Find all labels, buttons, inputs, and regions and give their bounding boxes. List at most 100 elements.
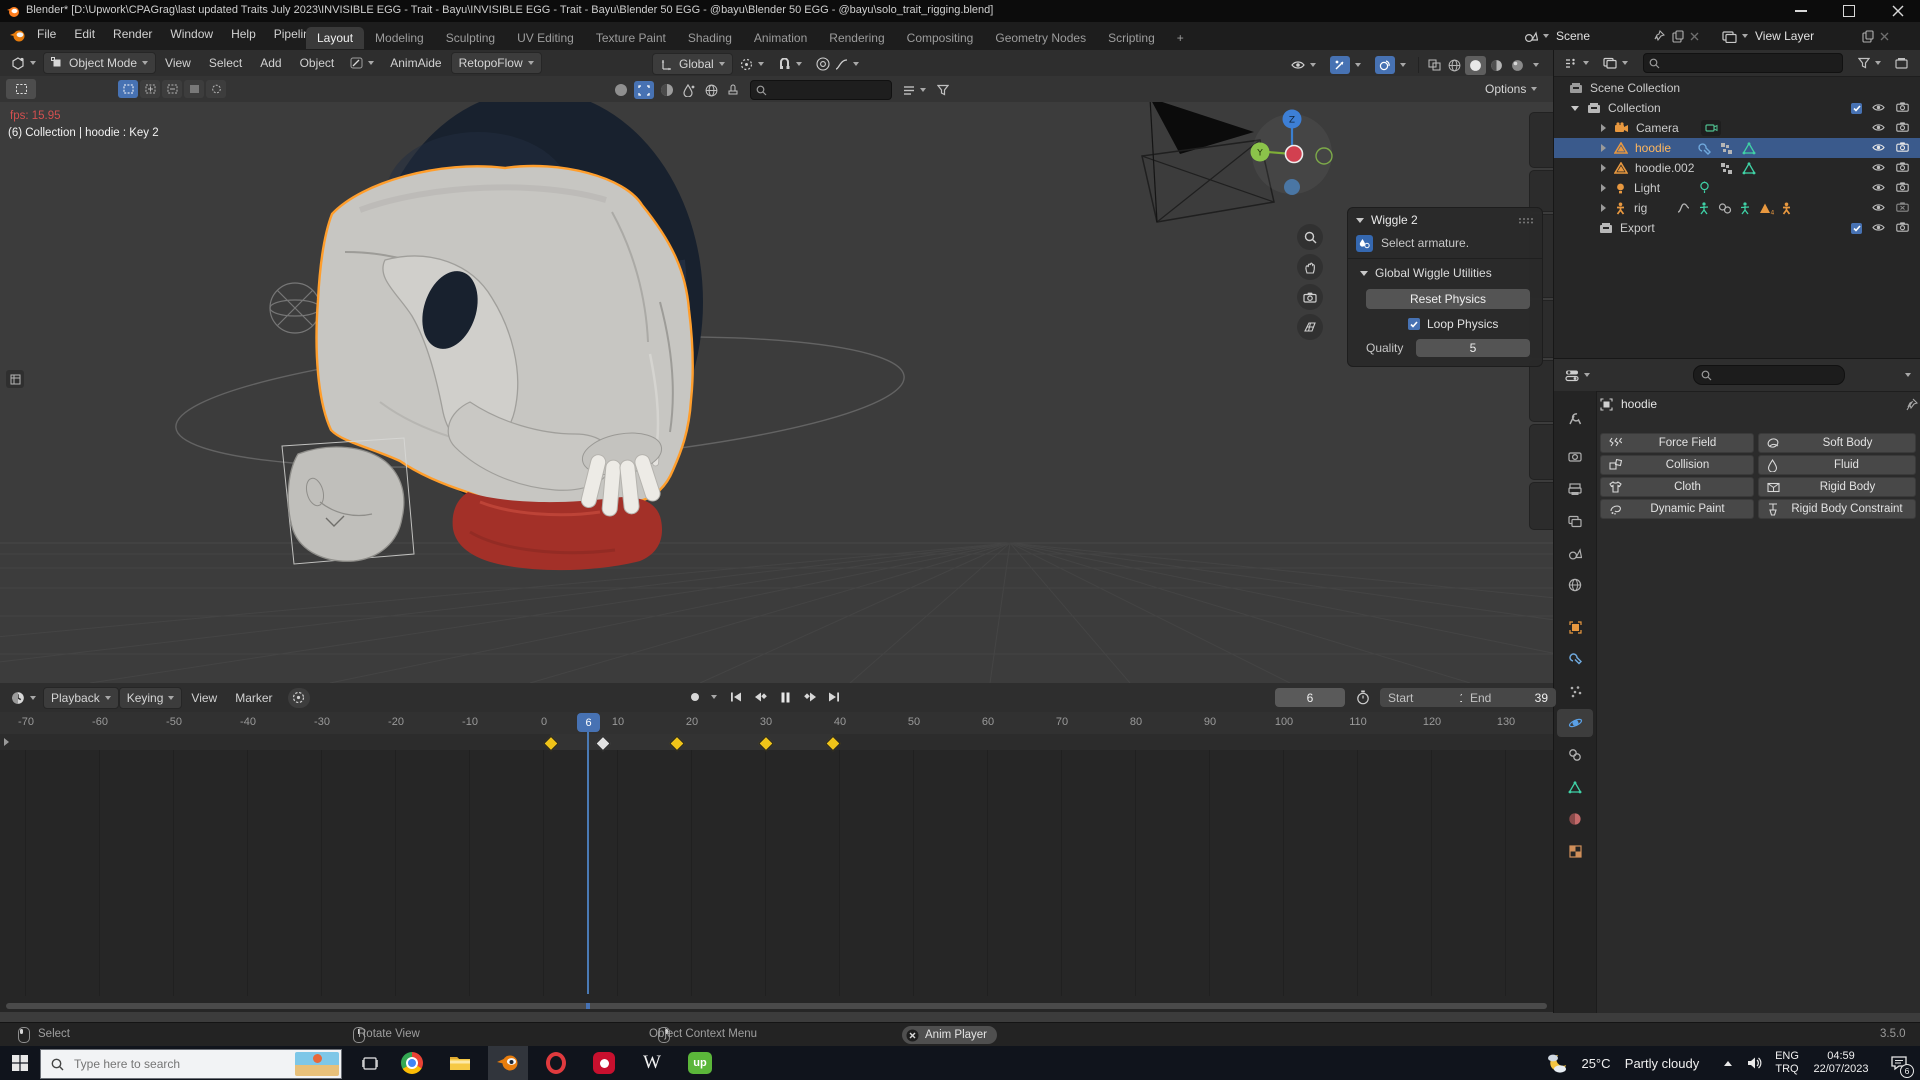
hide-eye-icon[interactable]	[1872, 221, 1885, 235]
start-button[interactable]	[0, 1046, 40, 1080]
outliner-search-box[interactable]	[1643, 53, 1843, 73]
pan-hand-button[interactable]	[1297, 254, 1323, 280]
filter-funnel-icon[interactable]	[937, 84, 949, 96]
record-button[interactable]	[686, 687, 704, 707]
auto-keying-toggle[interactable]	[288, 688, 310, 708]
menu-window[interactable]: Window	[161, 27, 222, 41]
scene-tab[interactable]	[1557, 539, 1593, 567]
toolbar-toggle-icon[interactable]	[6, 370, 24, 388]
shading-dropdown-caret[interactable]	[1533, 63, 1539, 67]
jump-to-end-button[interactable]	[823, 687, 845, 707]
shading-material-button[interactable]	[1486, 56, 1507, 75]
task-view-button[interactable]	[352, 1046, 388, 1080]
retopoflow-menu[interactable]: RetopoFlow	[451, 52, 542, 74]
vertex-group-badge-icon[interactable]	[1720, 162, 1733, 175]
snap-toggle[interactable]	[771, 55, 809, 74]
tab-shading[interactable]: Shading	[677, 27, 743, 49]
render-camera-icon[interactable]	[1896, 161, 1909, 175]
sidebar-tab[interactable]	[1529, 360, 1553, 422]
notification-center-icon[interactable]: 6	[1882, 1046, 1916, 1080]
outliner-display-mode-button[interactable]	[1596, 54, 1635, 72]
orientation-selector[interactable]: Global	[652, 53, 733, 75]
volume-icon[interactable]	[1740, 1046, 1768, 1080]
light-data-badge-icon[interactable]	[1698, 181, 1711, 195]
playhead-line[interactable]	[587, 732, 589, 994]
hide-eye-icon[interactable]	[1872, 181, 1885, 195]
hide-eye-icon[interactable]	[1872, 101, 1885, 115]
outliner-row-light[interactable]: Light	[1554, 178, 1920, 198]
next-keyframe-button[interactable]	[799, 687, 821, 707]
timeline-view-menu[interactable]: View	[182, 691, 226, 705]
view-layer-selector[interactable]: View Layer	[1722, 26, 1889, 46]
pose-badge-icon[interactable]	[1698, 202, 1710, 215]
tab-rendering[interactable]: Rendering	[818, 27, 895, 49]
wiggle-section-header[interactable]: Global Wiggle Utilities	[1348, 263, 1542, 283]
scene-name[interactable]: Scene	[1556, 29, 1590, 43]
search-input[interactable]	[72, 1056, 276, 1072]
collision-button[interactable]: Collision	[1600, 455, 1754, 475]
timeline-scrollbar[interactable]	[6, 1003, 1547, 1009]
render-camera-icon[interactable]	[1896, 101, 1909, 115]
viewport-menu-select[interactable]: Select	[200, 56, 251, 70]
menu-help[interactable]: Help	[222, 27, 265, 41]
outliner-row-hoodie[interactable]: hoodie	[1554, 138, 1920, 158]
orthographic-toggle-button[interactable]	[1297, 314, 1323, 340]
animaide-menu[interactable]: AnimAide	[381, 56, 450, 70]
gradient-sphere-icon[interactable]	[612, 81, 630, 99]
editor-type-button[interactable]	[4, 54, 43, 73]
overlays-toggle[interactable]	[1375, 56, 1395, 74]
maximize-button[interactable]	[1843, 5, 1855, 17]
menu-file[interactable]: File	[28, 27, 65, 41]
zoom-button[interactable]	[1297, 224, 1323, 250]
soft-body-button[interactable]: Soft Body	[1758, 433, 1916, 453]
upwork-icon[interactable]: up	[680, 1046, 720, 1080]
texture-tab[interactable]	[1557, 837, 1593, 865]
constraints-tab[interactable]	[1557, 741, 1593, 769]
breadcrumb-object-name[interactable]: hoodie	[1621, 397, 1657, 411]
hide-eye-icon[interactable]	[1872, 161, 1885, 175]
use-preview-range-icon[interactable]	[1356, 690, 1370, 705]
render-tab[interactable]	[1557, 443, 1593, 471]
sidebar-tab[interactable]	[1529, 482, 1553, 530]
proportional-edit-toggle[interactable]	[809, 54, 866, 74]
sidebar-tab[interactable]	[1529, 170, 1553, 212]
outliner-row-hoodie-002[interactable]: hoodie.002	[1554, 158, 1920, 178]
jump-to-start-button[interactable]	[725, 687, 747, 707]
current-frame-field[interactable]: 6	[1275, 688, 1345, 707]
record-options-caret[interactable]	[711, 695, 717, 699]
playback-menu[interactable]: Playback	[43, 687, 119, 709]
loop-physics-row[interactable]: Loop Physics	[1408, 317, 1530, 331]
gizmo-toggle[interactable]	[1330, 56, 1350, 74]
viewport-menu-object[interactable]: Object	[291, 56, 344, 70]
tab-texture-paint[interactable]: Texture Paint	[585, 27, 677, 49]
mesh-data-badge-icon[interactable]	[1742, 162, 1756, 175]
sidebar-tab[interactable]	[1529, 424, 1553, 480]
tab-scripting[interactable]: Scripting	[1097, 27, 1166, 49]
w-app-icon[interactable]: W	[632, 1046, 672, 1080]
reset-physics-button[interactable]: Reset Physics	[1366, 289, 1530, 309]
object-visibility-dropdown[interactable]	[1284, 57, 1323, 73]
collection-checkbox[interactable]	[1851, 223, 1862, 234]
tab-modeling[interactable]: Modeling	[364, 27, 435, 49]
properties-options-caret[interactable]	[1905, 373, 1911, 377]
remove-view-layer-icon[interactable]	[1880, 32, 1889, 41]
outliner-row-camera[interactable]: Camera	[1554, 118, 1920, 138]
armature-data-badge-icon[interactable]: 4	[1759, 202, 1774, 215]
gizmos-dropdown[interactable]	[1323, 53, 1368, 77]
menu-edit[interactable]: Edit	[65, 27, 104, 41]
tab-compositing[interactable]: Compositing	[896, 27, 985, 49]
object-tab[interactable]	[1557, 613, 1593, 641]
weather-desc[interactable]: Partly cloudy	[1616, 1046, 1708, 1080]
collection-checkbox[interactable]	[1851, 103, 1862, 114]
camera-data-badge[interactable]	[1701, 120, 1721, 136]
rig-extra-badge-icon[interactable]	[1780, 202, 1793, 215]
xray-toggle[interactable]	[1424, 56, 1444, 74]
weather-temp[interactable]: 25°C	[1574, 1046, 1618, 1080]
end-frame-field[interactable]: End39	[1462, 688, 1556, 707]
pin-icon[interactable]	[1654, 30, 1665, 42]
chrome-icon[interactable]	[392, 1046, 432, 1080]
tab-uv-editing[interactable]: UV Editing	[506, 27, 585, 49]
new-scene-icon[interactable]	[1672, 30, 1684, 43]
expand-caret-icon[interactable]	[1601, 164, 1606, 172]
half-sphere-icon[interactable]	[658, 81, 676, 99]
